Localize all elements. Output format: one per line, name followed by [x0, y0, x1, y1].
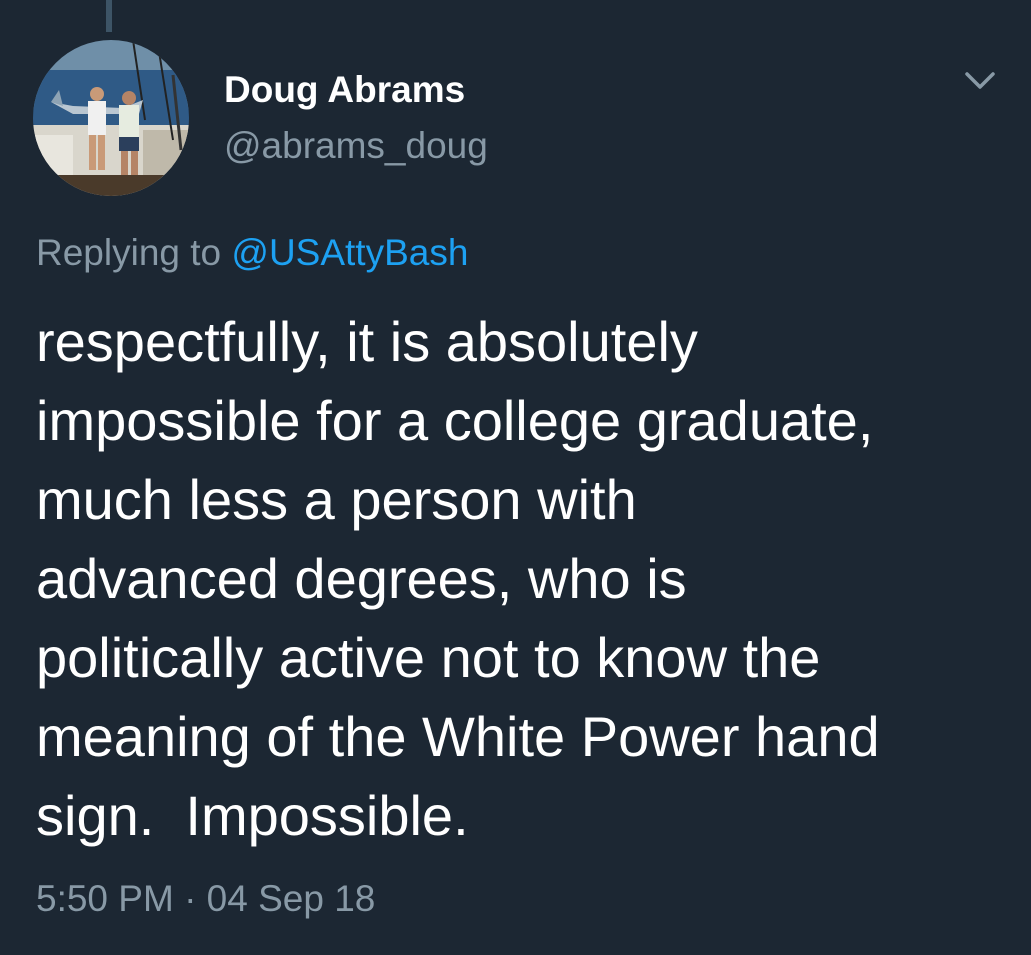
avatar-photo [33, 40, 189, 196]
thread-connector-line [106, 0, 112, 32]
tweet-text: respectfully, it is absolutely impossibl… [36, 310, 880, 847]
author-handle[interactable]: @abrams_doug [224, 124, 488, 168]
author-avatar[interactable] [33, 40, 189, 196]
replying-to-label: Replying to [36, 232, 232, 273]
reply-to-handle-link[interactable]: @USAttyBash [231, 232, 468, 273]
chevron-down-icon [965, 72, 995, 89]
tweet-menu-button[interactable] [957, 64, 1003, 98]
replying-to-line: Replying to @USAttyBash [36, 230, 468, 276]
author-display-name[interactable]: Doug Abrams [224, 68, 465, 112]
tweet-timestamp[interactable]: 5:50 PM · 04 Sep 18 [36, 876, 375, 922]
